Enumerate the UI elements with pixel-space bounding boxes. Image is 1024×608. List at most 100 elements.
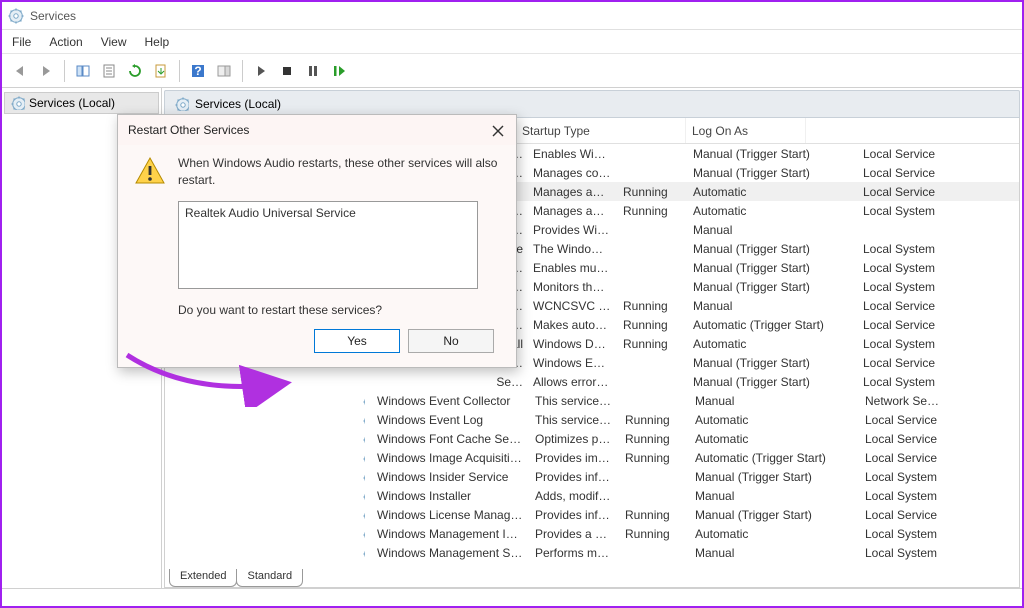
cell-status: Running [619, 451, 689, 465]
table-row[interactable]: Windows Insider ServiceProvides infr…Man… [355, 467, 1019, 486]
cell-name: Windows Event Collector [371, 394, 529, 408]
menu-view[interactable]: View [101, 35, 127, 49]
dependent-services-listbox[interactable]: Realtek Audio Universal Service [178, 201, 478, 289]
col-startup-type[interactable]: Startup Type [516, 118, 686, 143]
show-hide-tree-button[interactable] [71, 59, 95, 83]
gear-icon [357, 489, 371, 503]
cell-log-on-as: Local System [857, 261, 977, 275]
cell-log-on-as: Local System [857, 280, 977, 294]
help-button[interactable]: ? [186, 59, 210, 83]
tree-node-label: Services (Local) [29, 96, 115, 110]
cell-status: Running [617, 185, 687, 199]
restart-services-dialog: Restart Other Services When Windows Audi… [117, 114, 517, 368]
cell-status: Running [619, 432, 689, 446]
cell-startup-type: Manual [689, 489, 859, 503]
gear-icon [357, 546, 371, 560]
cell-name: Windows License Manager S… [371, 508, 529, 522]
back-button[interactable] [8, 59, 32, 83]
menu-file[interactable]: File [12, 35, 31, 49]
show-hide-action-button[interactable] [212, 59, 236, 83]
cell-status: Running [619, 508, 689, 522]
cell-log-on-as: Local Service [859, 508, 979, 522]
cell-description: Manages au… [527, 185, 617, 199]
table-row[interactable]: Se…Allows errors… Manual (Trigger Start)L… [355, 372, 1019, 391]
cell-name: Windows Installer [371, 489, 529, 503]
view-tabs: Extended Standard [169, 569, 302, 587]
no-button[interactable]: No [408, 329, 494, 353]
table-row[interactable]: Windows Management Instr…Provides a c…Ru… [355, 524, 1019, 543]
cell-log-on-as: Local Service [857, 166, 977, 180]
table-row[interactable]: Windows License Manager S…Provides infr…… [355, 505, 1019, 524]
table-row[interactable]: Windows Event LogThis service …RunningAu… [355, 410, 1019, 429]
cell-description: Provides ima… [529, 451, 619, 465]
dialog-body: When Windows Audio restarts, these other… [118, 145, 516, 367]
window-titlebar: Services [2, 2, 1022, 30]
table-row[interactable]: Windows Management Serv…Performs ma…Manu… [355, 543, 1019, 562]
cell-description: This service … [529, 413, 619, 427]
gear-icon [357, 451, 371, 465]
toolbar-separator [179, 60, 180, 82]
stop-service-button[interactable] [275, 59, 299, 83]
cell-log-on-as: Local Service [859, 432, 979, 446]
cell-log-on-as: Local System [857, 337, 977, 351]
properties-button[interactable] [97, 59, 121, 83]
pause-service-button[interactable] [301, 59, 325, 83]
table-row[interactable]: Windows Event CollectorThis service …Man… [355, 391, 1019, 410]
cell-name: Windows Management Instr… [371, 527, 529, 541]
menu-help[interactable]: Help [145, 35, 170, 49]
cell-description: Provides Wi… [527, 223, 617, 237]
menu-action[interactable]: Action [49, 35, 82, 49]
tab-extended[interactable]: Extended [169, 569, 237, 587]
cell-description: Allows errors… [527, 375, 617, 389]
cell-log-on-as: Local System [859, 470, 979, 484]
cell-startup-type: Manual (Trigger Start) [687, 356, 857, 370]
warning-icon [134, 155, 166, 187]
cell-log-on-as: Local Service [857, 299, 977, 313]
services-icon [175, 97, 189, 111]
table-row[interactable]: Windows Font Cache ServiceOptimizes p…Ru… [355, 429, 1019, 448]
cell-description: Adds, modifi… [529, 489, 619, 503]
cell-log-on-as: Local Service [859, 451, 979, 465]
cell-name-fragment: Se… [355, 375, 527, 389]
cell-log-on-as: Local System [857, 375, 977, 389]
forward-button[interactable] [34, 59, 58, 83]
cell-startup-type: Manual [687, 223, 857, 237]
yes-button[interactable]: Yes [314, 329, 400, 353]
window-title: Services [30, 9, 76, 23]
cell-status: Running [619, 413, 689, 427]
tab-standard[interactable]: Standard [236, 569, 303, 587]
cell-startup-type: Manual (Trigger Start) [687, 261, 857, 275]
export-button[interactable] [149, 59, 173, 83]
cell-log-on-as: Local Service [857, 147, 977, 161]
cell-startup-type: Manual (Trigger Start) [687, 375, 857, 389]
cell-name: Windows Image Acquisition … [371, 451, 529, 465]
cell-log-on-as: Local System [859, 527, 979, 541]
cell-startup-type: Automatic [687, 185, 857, 199]
cell-name: Windows Event Log [371, 413, 529, 427]
gear-icon [357, 432, 371, 446]
col-log-on-as[interactable]: Log On As [686, 118, 806, 143]
table-row[interactable]: Windows Image Acquisition …Provides ima…… [355, 448, 1019, 467]
cell-startup-type: Manual (Trigger Start) [687, 280, 857, 294]
cell-startup-type: Automatic [687, 204, 857, 218]
cell-log-on-as: Local Service [857, 185, 977, 199]
cell-log-on-as: Local Service [857, 318, 977, 332]
tree-node-services-local[interactable]: Services (Local) [4, 92, 159, 114]
cell-status: Running [617, 318, 687, 332]
table-row[interactable]: Windows InstallerAdds, modifi… ManualLoca… [355, 486, 1019, 505]
dialog-question: Do you want to restart these services? [178, 303, 500, 317]
cell-startup-type: Automatic [689, 413, 859, 427]
restart-service-button[interactable] [327, 59, 351, 83]
refresh-button[interactable] [123, 59, 147, 83]
svg-text:?: ? [194, 64, 201, 78]
cell-startup-type: Automatic [687, 337, 857, 351]
list-item[interactable]: Realtek Audio Universal Service [185, 206, 471, 220]
close-icon[interactable] [486, 119, 510, 143]
toolbar-separator [64, 60, 65, 82]
cell-description: Windows De… [527, 337, 617, 351]
cell-log-on-as: Local System [859, 546, 979, 560]
cell-log-on-as: Local System [859, 489, 979, 503]
cell-startup-type: Automatic (Trigger Start) [687, 318, 857, 332]
cell-startup-type: Automatic (Trigger Start) [689, 451, 859, 465]
start-service-button[interactable] [249, 59, 273, 83]
